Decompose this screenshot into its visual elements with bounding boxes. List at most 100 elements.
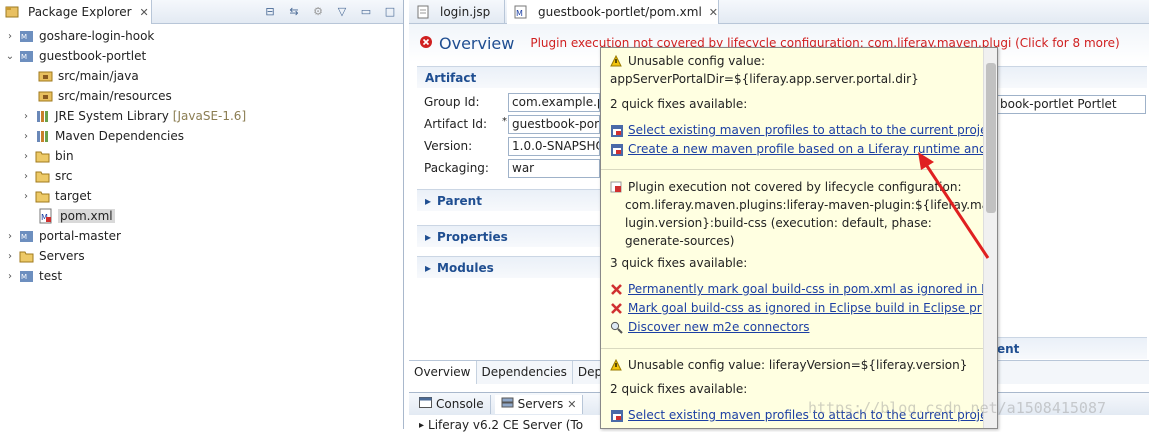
red-x-icon [610,283,624,297]
svg-text:M: M [21,33,27,41]
quick-fix-discover-connectors[interactable]: Discover new m2e connectors [610,320,810,335]
section-title: Parent [437,193,482,208]
section-right-fragment[interactable]: ent [987,337,1147,359]
tab-dependencies[interactable]: Dependencies [477,361,573,384]
link-with-editor-icon[interactable]: ⇆ [287,4,301,18]
tab-servers[interactable]: Servers ✕ [494,394,584,414]
tree-item-servers[interactable]: › Servers [0,246,403,266]
tree-item-pom-xml[interactable]: M pom.xml [0,206,403,226]
tree-item-label: Maven Dependencies [55,129,185,143]
tree-item-label: portal-master [39,229,121,243]
section-title: ent [997,341,1020,356]
section-title: Properties [437,229,508,244]
artifact-id-field[interactable]: guestbook-por [508,115,600,134]
tree-item-src[interactable]: › src [0,166,403,186]
maximize-icon[interactable]: □ [383,4,397,18]
expand-icon[interactable]: › [20,171,32,182]
tree-item-label: pom.xml [58,209,115,223]
tree-item-label: src/main/java [58,69,139,83]
close-icon[interactable]: ✕ [709,6,718,19]
plugin-error-title: Plugin execution not covered by lifecycl… [628,180,962,194]
server-row[interactable]: ▸ Liferay v6.2 CE Server (To [419,418,583,432]
project-name-field[interactable]: book-portlet Portlet [996,95,1146,114]
quick-fix-select-profiles[interactable]: Select existing maven profiles to attach… [610,123,988,138]
tab-overview[interactable]: Overview [409,361,477,384]
quick-fix-link[interactable]: Select existing maven profiles to attach… [628,123,988,137]
version-field[interactable]: 1.0.0-SNAPSHO [508,137,600,156]
maven-project-icon: M [19,228,35,244]
tree-item-bin[interactable]: › bin [0,146,403,166]
tab-pom-xml[interactable]: M guestbook-portlet/pom.xml ✕ [507,0,719,24]
group-id-field[interactable]: com.example.p [508,93,600,112]
close-icon[interactable]: ✕ [140,6,149,19]
tree-item-goshare-login-hook[interactable]: › M goshare-login-hook [0,26,403,46]
quick-fix-link[interactable]: Permanently mark goal build-css in pom.x… [628,282,989,296]
expand-icon[interactable]: › [20,191,32,202]
filter-icon[interactable]: ⚙ [311,4,325,18]
expand-icon[interactable]: › [20,111,32,122]
tree-item-src-main-java[interactable]: src/main/java [0,66,403,86]
tree-item-jre-system-library[interactable]: › JRE System Library [JavaSE-1.6] [0,106,403,126]
tree-item-guestbook-portlet[interactable]: ⌄ M guestbook-portlet [0,46,403,66]
quick-fix-create-profile[interactable]: Create a new maven profile based on a Li… [610,142,987,157]
xml-file-icon: M [513,4,529,20]
quick-fix-link[interactable]: Create a new maven profile based on a Li… [628,142,987,156]
library-icon [35,128,51,144]
tree-item-maven-dependencies[interactable]: › Maven Dependencies [0,126,403,146]
error-icon [419,35,433,52]
expand-icon: ▸ [425,260,432,275]
tree-item-target[interactable]: › target [0,186,403,206]
quick-fix-mark-ignored-eclipse[interactable]: Mark goal build-css as ignored in Eclips… [610,301,982,316]
red-x-icon [610,302,624,316]
collapse-icon[interactable]: ⌄ [4,51,16,62]
tab-console[interactable]: Console [413,394,491,414]
package-explorer-icon [4,4,20,20]
source-folder-icon [38,68,54,84]
project-tree: › M goshare-login-hook ⌄ M guestbook-por… [0,24,403,286]
collapse-all-icon[interactable]: ⊟ [263,4,277,18]
quick-fix-mark-ignored-pom[interactable]: Permanently mark goal build-css in pom.x… [610,282,989,297]
quick-fix-link[interactable]: Discover new m2e connectors [628,320,810,334]
section-properties[interactable]: ▸ Properties [417,225,600,247]
warning-3: Unusable config value: liferayVersion=${… [610,358,967,373]
warning-icon [610,358,624,373]
expand-icon[interactable]: › [4,231,16,242]
expand-icon[interactable]: › [4,271,16,282]
scrollbar-thumb[interactable] [986,63,996,213]
expand-icon[interactable]: › [4,31,16,42]
jsp-file-icon [415,4,431,20]
tree-item-src-main-resources[interactable]: src/main/resources [0,86,403,106]
error-marker-icon [610,181,624,195]
tree-item-portal-master[interactable]: › M portal-master [0,226,403,246]
folder-icon [35,168,51,184]
plugin-error-line: generate-sources) [625,234,735,248]
svg-text:M: M [21,233,27,241]
expand-icon[interactable]: › [4,251,16,262]
close-icon[interactable]: ✕ [567,398,576,411]
warning-title: Unusable config value: [628,54,766,68]
package-explorer-tab[interactable]: Package Explorer ✕ [0,0,152,24]
popup-scrollbar[interactable] [983,48,997,428]
section-title: Artifact [425,70,477,85]
library-icon [35,108,51,124]
tree-item-label: guestbook-portlet [39,49,147,63]
maven-project-icon: M [19,48,35,64]
minimize-icon[interactable]: ▭ [359,4,373,18]
quick-fix-link[interactable]: Mark goal build-css as ignored in Eclips… [628,301,982,315]
tab-login-jsp[interactable]: login.jsp [409,0,505,24]
group-id-label: Group Id: [424,95,480,109]
warning-3-fix-count: 2 quick fixes available: [610,382,748,396]
tab-label: Console [436,397,484,411]
packaging-select[interactable]: war [508,159,600,178]
required-marker: * [502,116,507,127]
warning-title: Unusable config value: liferayVersion=${… [628,358,968,372]
view-menu-icon[interactable]: ▽ [335,4,349,18]
section-artifact: Artifact [417,66,600,88]
expand-icon[interactable]: › [20,131,32,142]
tree-item-test[interactable]: › M test [0,266,403,286]
section-parent[interactable]: ▸ Parent [417,189,600,211]
warning-1-fix-count: 2 quick fixes available: [610,97,748,111]
section-modules[interactable]: ▸ Modules [417,256,600,278]
expand-icon[interactable]: › [20,151,32,162]
tree-item-label: goshare-login-hook [39,29,155,43]
